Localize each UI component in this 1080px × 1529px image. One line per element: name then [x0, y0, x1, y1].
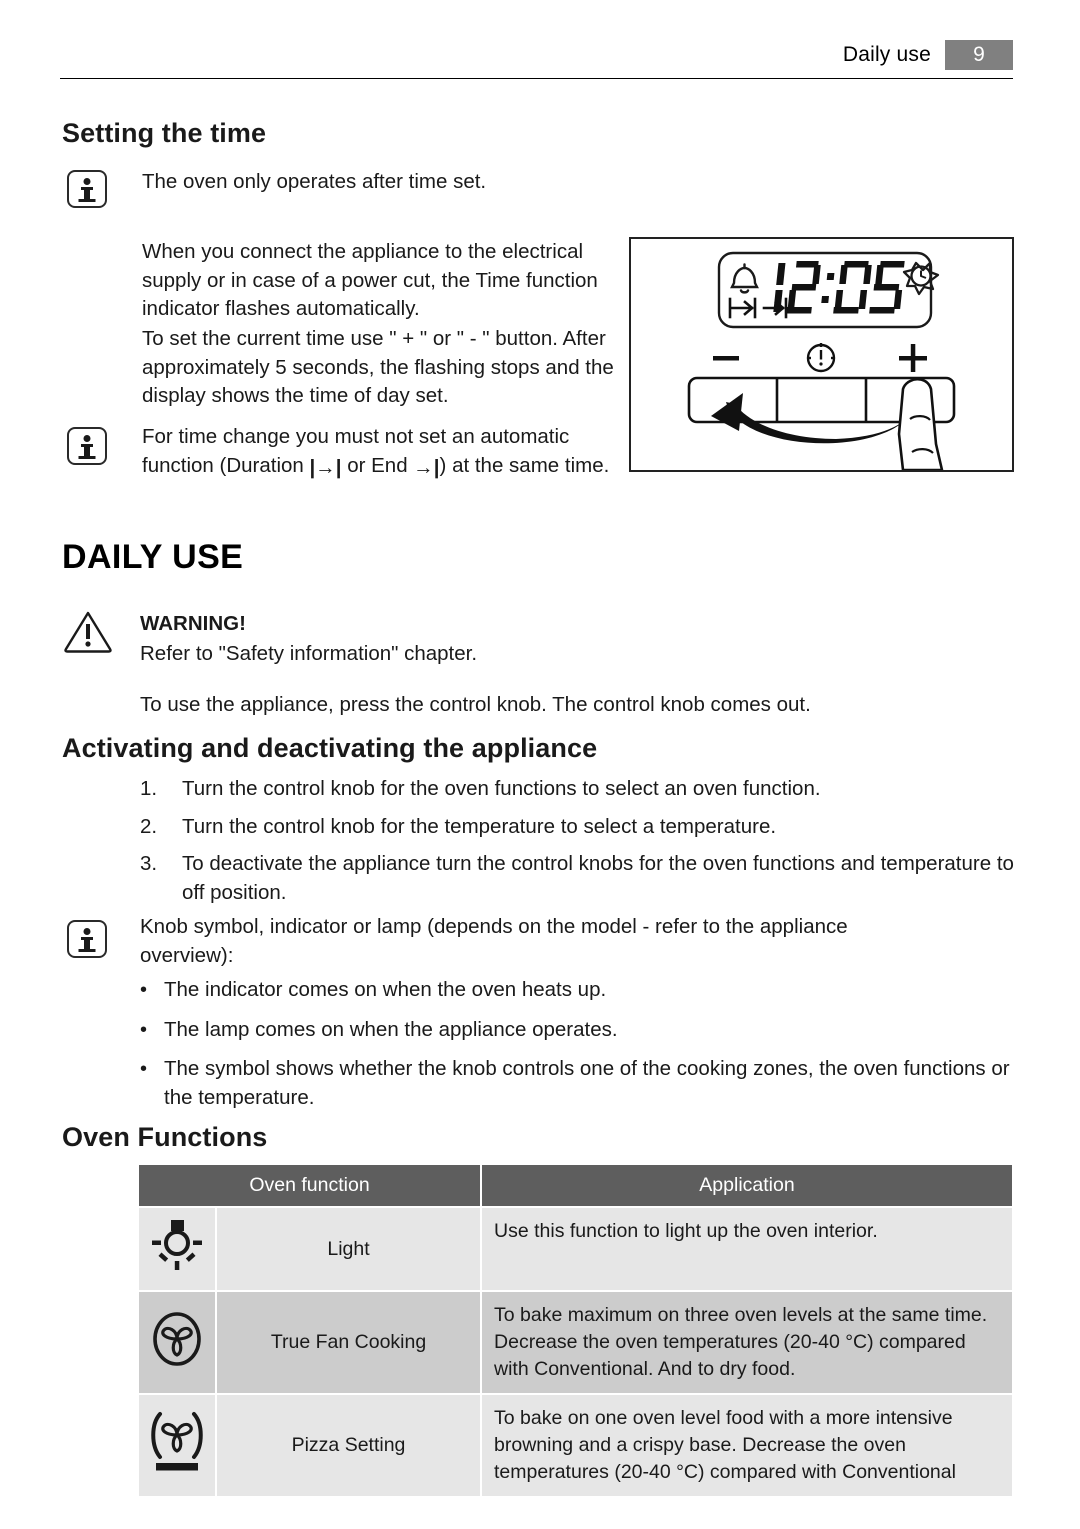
list-item: 1. Turn the control knob for the oven fu…	[140, 775, 1020, 804]
info-icon	[67, 427, 107, 465]
oven-functions-table: Oven function Application Light Use this…	[136, 1163, 1014, 1498]
bullet-marker: •	[140, 979, 148, 1001]
paragraph-set-current-time: To set the current time use " + " or " -…	[142, 327, 614, 407]
clock-label-icon	[806, 343, 836, 373]
heading-oven-functions: Oven Functions	[62, 1122, 268, 1152]
info-icon-dot	[83, 435, 91, 442]
heading-activating-deactivating: Activating and deactivating the applianc…	[62, 733, 598, 763]
duration-symbol-icon: |→|	[309, 455, 342, 479]
paragraph-power-cut-time-indicator: When you connect the appliance to the el…	[142, 240, 598, 320]
bullet-marker: •	[140, 1018, 148, 1041]
table-row: Light Use this function to light up the …	[137, 1206, 1014, 1292]
plus-label-icon	[899, 344, 927, 372]
info-icon-serif-bottom	[78, 199, 96, 203]
minus-label-icon	[713, 356, 739, 361]
function-name: Pizza Setting	[214, 1393, 483, 1498]
step-index: 1.	[140, 777, 158, 800]
bullet-text: The indicator comes on when the oven hea…	[164, 978, 607, 1001]
column-header-oven-function: Oven function	[136, 1163, 483, 1208]
true-fan-cooking-icon	[137, 1290, 217, 1395]
header-divider	[60, 78, 1013, 79]
list-item: 2. Turn the control knob for the tempera…	[140, 813, 1020, 842]
oven-light-icon	[137, 1206, 217, 1292]
table-row: True Fan Cooking To bake maximum on thre…	[137, 1290, 1014, 1395]
list-item: • The lamp comes on when the appliance o…	[140, 1016, 1020, 1045]
button-labels	[713, 343, 927, 373]
column-header-application: Application	[480, 1163, 1014, 1208]
list-item: 3. To deactivate the appliance turn the …	[140, 850, 1020, 907]
oven-light-icon-svg	[152, 1220, 202, 1270]
pizza-setting-icon-svg	[151, 1411, 203, 1470]
bullet-text: The symbol shows whether the knob contro…	[164, 1057, 1010, 1109]
function-name: Light	[214, 1206, 483, 1292]
bullet-marker: •	[140, 1058, 148, 1080]
info-icon	[67, 920, 107, 958]
step-index: 3.	[140, 852, 158, 875]
bullet-text: The lamp comes on when the appliance ope…	[164, 1017, 618, 1041]
function-application: Use this function to light up the oven i…	[480, 1206, 1014, 1292]
info-icon-dot	[83, 928, 91, 935]
step-text: Turn the control knob for the temperatur…	[182, 814, 777, 838]
warning-triangle-icon	[62, 608, 114, 654]
step-text: To deactivate the appliance turn the con…	[182, 852, 1014, 904]
timer-control-illustration	[629, 237, 1014, 472]
page-number-badge: 9	[945, 40, 1013, 70]
note-knob-symbol-indicator-lamp: Knob symbol, indicator or lamp (depends …	[140, 915, 848, 967]
note-oven-operates-after-time-set: The oven only operates after time set.	[142, 170, 487, 193]
header-chapter-title: Daily use	[842, 43, 931, 66]
list-item: • The indicator comes on when the oven h…	[140, 976, 1020, 1005]
warning-title: WARNING!	[140, 612, 246, 635]
list-item: • The symbol shows whether the knob cont…	[140, 1055, 1020, 1112]
note-time-change-no-automatic-function: For time change you must not set an auto…	[142, 423, 612, 482]
activation-steps-list: 1. Turn the control knob for the oven fu…	[140, 775, 1020, 916]
heading-daily-use: DAILY USE	[62, 538, 244, 576]
manual-page: Daily use 9 Setting the time The oven on…	[0, 0, 1080, 1529]
knob-behaviour-bullet-list: • The indicator comes on when the oven h…	[140, 976, 1020, 1123]
page-header: Daily use 9	[60, 38, 1013, 84]
end-symbol-icon: →|	[413, 455, 440, 479]
paragraph-press-control-knob: To use the appliance, press the control …	[140, 693, 811, 716]
table-header-row: Oven function Application	[136, 1163, 1014, 1208]
pizza-setting-icon	[137, 1393, 217, 1498]
table-row: Pizza Setting To bake on one oven level …	[137, 1393, 1014, 1498]
info-icon	[67, 170, 107, 208]
function-name: True Fan Cooking	[214, 1290, 483, 1395]
note-text-part-2: or End	[341, 453, 414, 477]
warning-body-text: Refer to "Safety information" chapter.	[140, 642, 478, 665]
info-icon-serif-bottom	[78, 949, 96, 953]
function-application: To bake on one oven level food with a mo…	[480, 1393, 1014, 1498]
heading-setting-the-time: Setting the time	[62, 118, 267, 148]
note-text-part-3: ) at the same time.	[439, 453, 610, 477]
info-icon-serif-bottom	[78, 456, 96, 460]
info-icon-dot	[83, 178, 91, 185]
function-application: To bake maximum on three oven levels at …	[480, 1290, 1014, 1395]
step-text: Turn the control knob for the oven funct…	[182, 777, 821, 800]
true-fan-cooking-icon-svg	[153, 1311, 201, 1366]
timer-illustration-svg	[687, 251, 956, 472]
step-index: 2.	[140, 814, 158, 838]
